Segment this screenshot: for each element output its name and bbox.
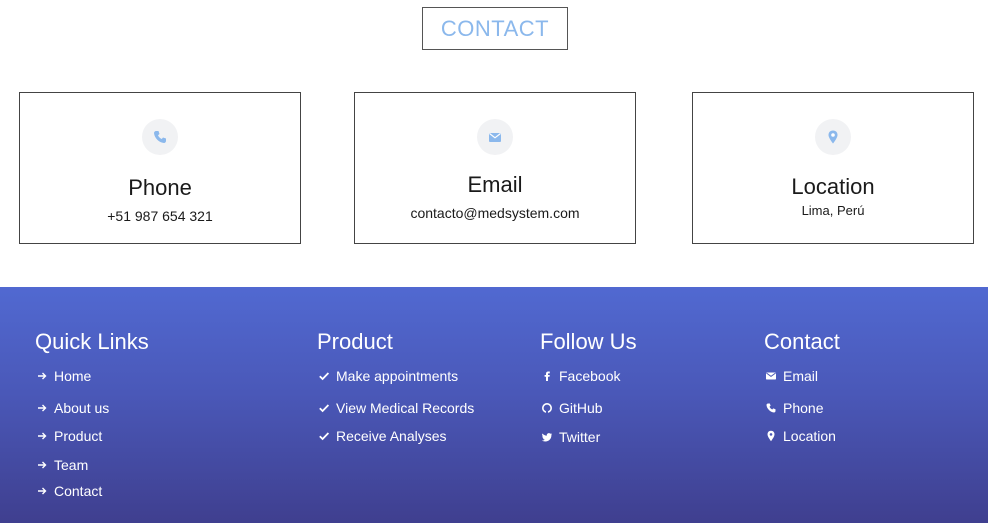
map-pin-icon — [764, 429, 778, 443]
envelope-icon — [477, 119, 513, 155]
phone-icon — [142, 119, 178, 155]
footer-contact-email[interactable]: Email — [764, 368, 818, 384]
phone-card-title: Phone — [128, 175, 192, 200]
check-icon — [317, 429, 331, 443]
quick-link-contact[interactable]: Contact — [35, 483, 102, 499]
product-link-label: Receive Analyses — [336, 428, 447, 444]
phone-card: Phone +51 987 654 321 — [19, 92, 301, 244]
product-link-receive-analyses[interactable]: Receive Analyses — [317, 428, 447, 444]
arrow-right-icon — [35, 484, 49, 498]
social-link-facebook[interactable]: Facebook — [540, 368, 620, 384]
social-link-label: Facebook — [559, 368, 621, 384]
email-card-title: Email — [467, 172, 523, 197]
quick-links-column: Quick Links Home About us Product Team C… — [35, 329, 149, 499]
arrow-right-icon — [35, 429, 49, 443]
arrow-right-icon — [35, 458, 49, 472]
email-card-value: contacto@medsystem.com — [410, 205, 580, 221]
quick-link-label: Contact — [54, 483, 103, 499]
quick-link-team[interactable]: Team — [35, 457, 88, 473]
social-link-label: GitHub — [559, 400, 603, 416]
footer-contact-title: Contact — [764, 329, 840, 354]
arrow-right-icon — [35, 401, 49, 415]
follow-us-column: Follow Us Facebook GitHub Twitter — [540, 329, 637, 445]
phone-icon — [764, 401, 778, 415]
quick-link-product[interactable]: Product — [35, 428, 102, 444]
footer-contact-location[interactable]: Location — [764, 428, 836, 444]
quick-link-label: About us — [54, 400, 110, 416]
follow-us-title: Follow Us — [540, 329, 637, 354]
github-icon — [540, 401, 554, 415]
contact-section-heading: CONTACT — [422, 7, 568, 50]
quick-link-label: Home — [54, 368, 92, 384]
check-icon — [317, 401, 331, 415]
product-title: Product — [317, 329, 393, 354]
location-card-title: Location — [791, 174, 875, 199]
check-icon — [317, 369, 331, 383]
quick-link-label: Product — [54, 428, 103, 444]
quick-link-label: Team — [54, 457, 89, 473]
email-card: Email contacto@medsystem.com — [354, 92, 636, 244]
footer-contact-label: Phone — [783, 400, 824, 416]
footer-contact-column: Contact Email Phone Location — [764, 329, 840, 444]
product-column: Product Make appointments View Medical R… — [317, 329, 474, 444]
facebook-icon — [540, 369, 554, 383]
product-link-label: Make appointments — [336, 368, 459, 384]
product-link-label: View Medical Records — [336, 400, 475, 416]
social-link-github[interactable]: GitHub — [540, 400, 603, 416]
envelope-icon — [764, 369, 778, 383]
quick-links-title: Quick Links — [35, 329, 149, 354]
arrow-right-icon — [35, 369, 49, 383]
location-card-value: Lima, Perú — [801, 203, 865, 218]
social-link-label: Twitter — [559, 429, 601, 445]
social-link-twitter[interactable]: Twitter — [540, 429, 600, 445]
footer-contact-label: Email — [783, 368, 819, 384]
footer-contact-phone[interactable]: Phone — [764, 400, 823, 416]
footer-contact-label: Location — [783, 428, 836, 444]
product-link-view-medical-records[interactable]: View Medical Records — [317, 400, 474, 416]
quick-link-home[interactable]: Home — [35, 368, 91, 384]
product-link-make-appointments[interactable]: Make appointments — [317, 368, 458, 384]
phone-card-value: +51 987 654 321 — [107, 208, 213, 224]
location-card: Location Lima, Perú — [692, 92, 974, 244]
site-footer: Quick Links Home About us Product Team C… — [0, 287, 988, 523]
twitter-icon — [540, 430, 554, 444]
quick-link-about-us[interactable]: About us — [35, 400, 109, 416]
map-pin-icon — [815, 119, 851, 155]
